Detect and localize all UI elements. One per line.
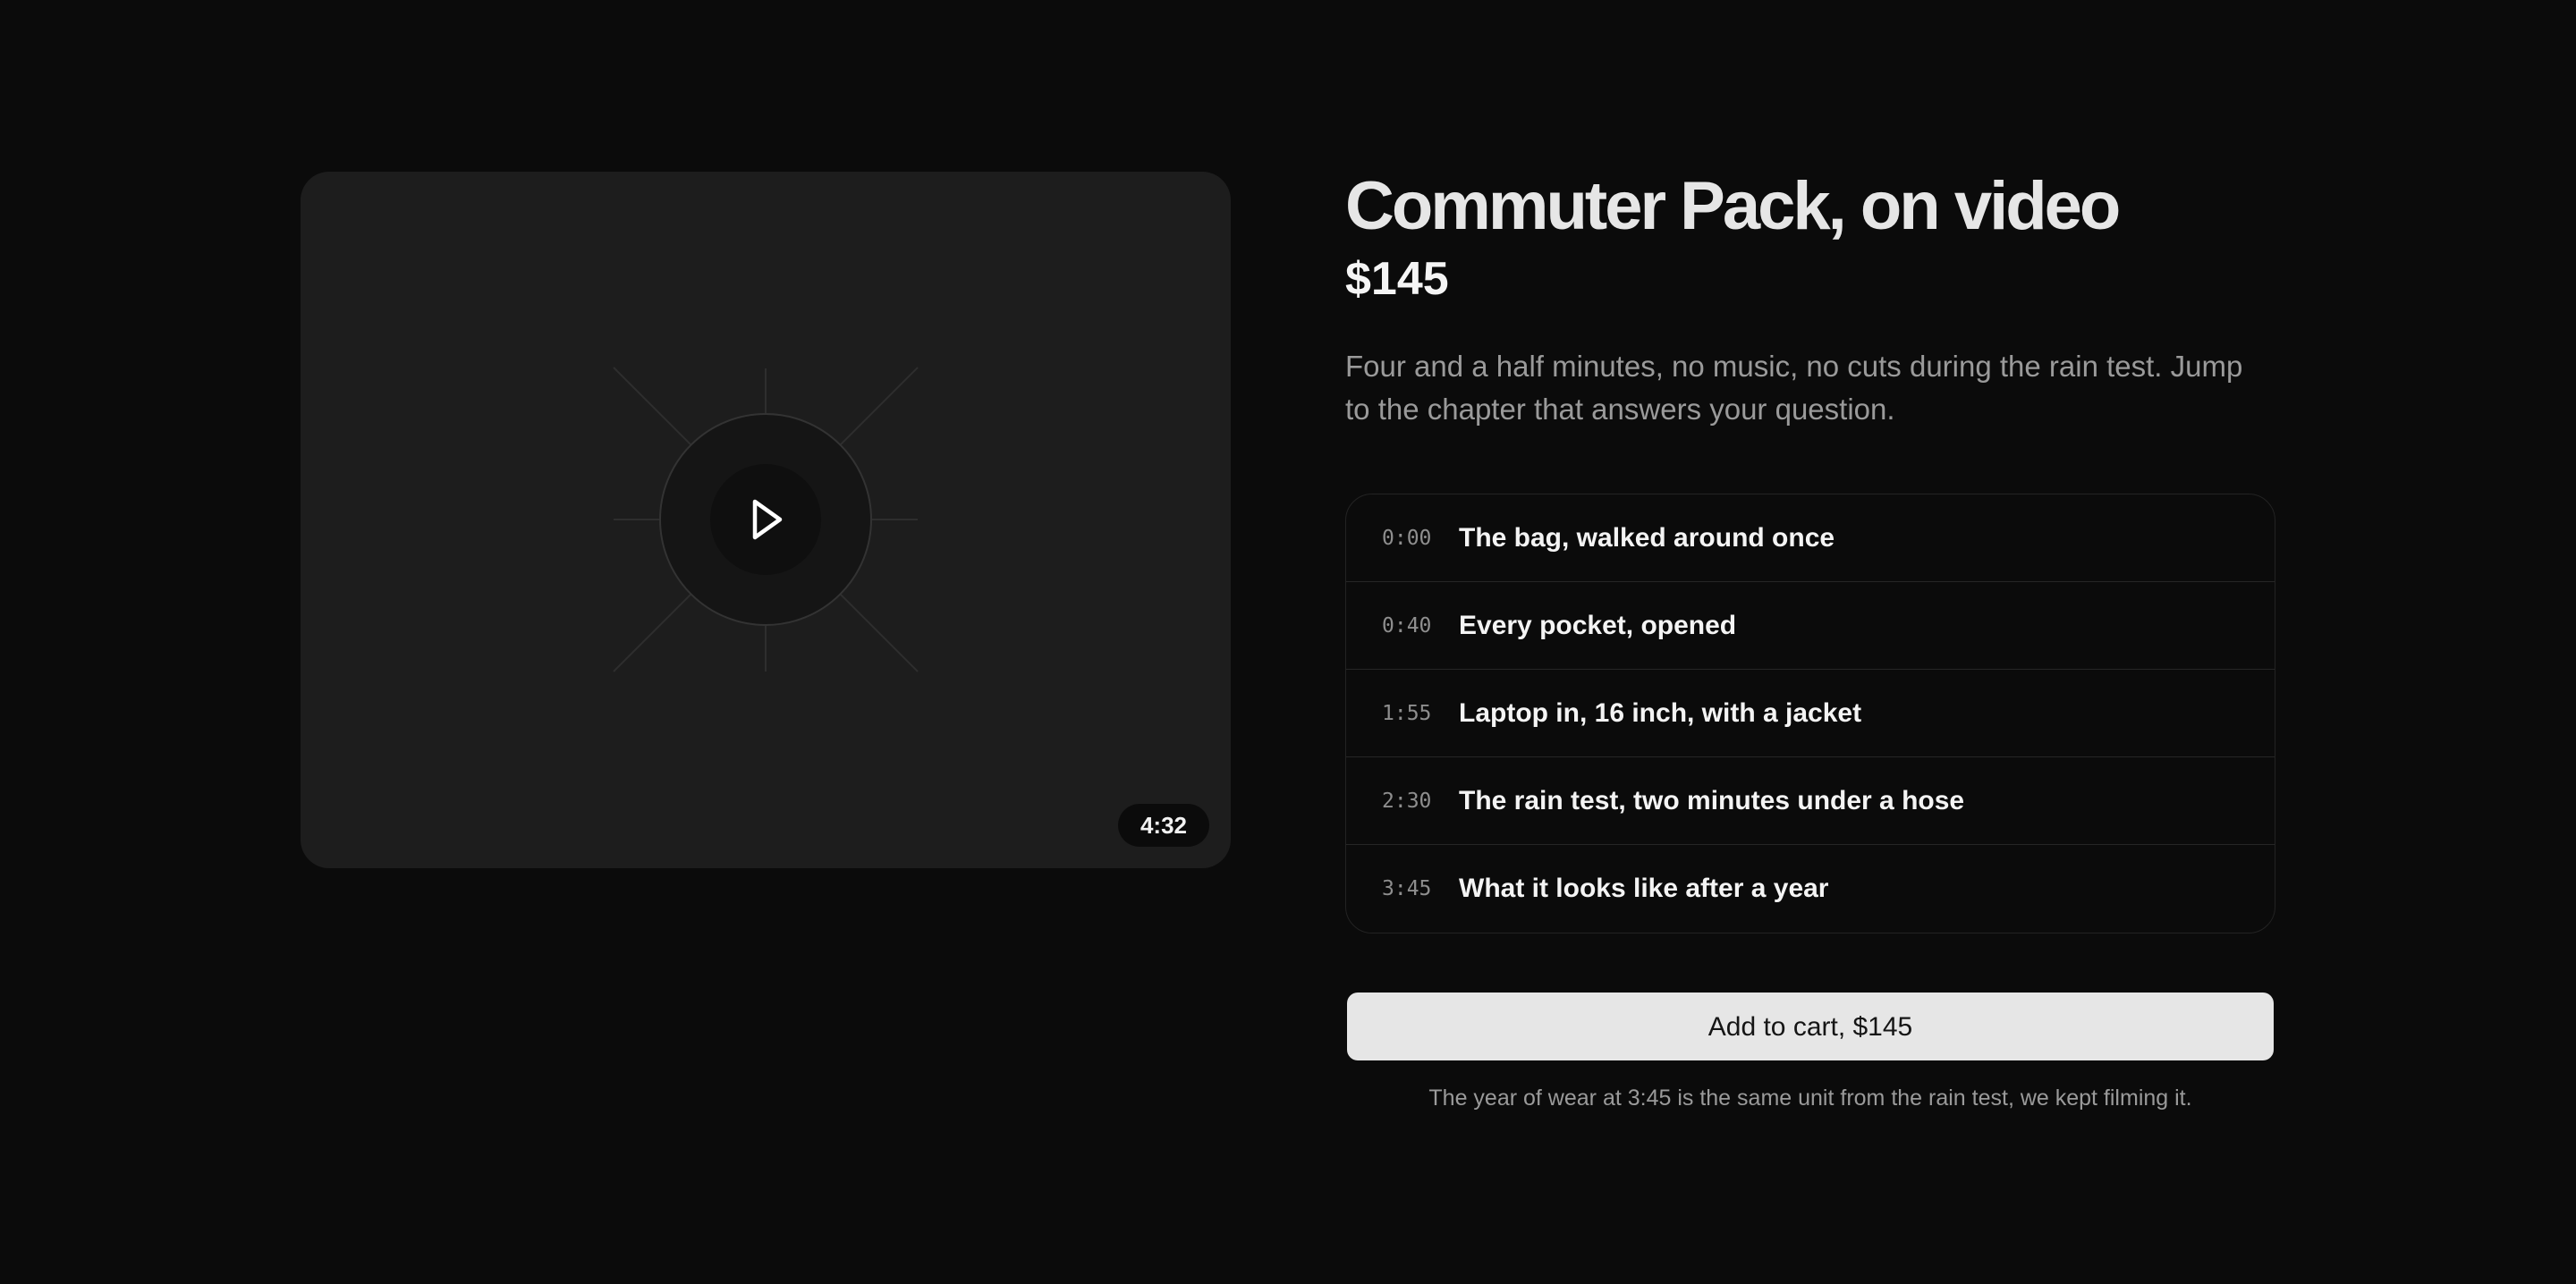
chapter-list: 0:00 The bag, walked around once 0:40 Ev… bbox=[1345, 494, 2275, 933]
play-button[interactable] bbox=[710, 464, 821, 575]
product-price: $145 bbox=[1345, 253, 1449, 305]
chapter-title: The rain test, two minutes under a hose bbox=[1459, 785, 1965, 815]
video-duration-badge: 4:32 bbox=[1117, 804, 1209, 847]
play-icon bbox=[752, 499, 783, 540]
product-info: Commuter Pack, on video $145 Four and a … bbox=[1345, 165, 2275, 460]
chapter-title: What it looks like after a year bbox=[1459, 873, 1829, 903]
video-player[interactable]: 4:32 bbox=[301, 172, 1231, 868]
add-to-cart-button[interactable]: Add to cart, $145 bbox=[1347, 993, 2274, 1060]
chapter-timestamp: 3:45 bbox=[1382, 876, 1432, 900]
chapter-title: Every pocket, opened bbox=[1459, 610, 1737, 640]
chapter-timestamp: 0:40 bbox=[1382, 613, 1432, 638]
chapter-timestamp: 2:30 bbox=[1382, 789, 1432, 813]
chapter-item[interactable]: 1:55 Laptop in, 16 inch, with a jacket bbox=[1346, 670, 2275, 757]
product-description: Four and a half minutes, no music, no cu… bbox=[1345, 350, 2243, 426]
chapter-item[interactable]: 0:40 Every pocket, opened bbox=[1346, 582, 2275, 670]
chapter-timestamp: 1:55 bbox=[1382, 701, 1432, 725]
footnote: The year of wear at 3:45 is the same uni… bbox=[1428, 1085, 2192, 1111]
chapter-item[interactable]: 2:30 The rain test, two minutes under a … bbox=[1346, 757, 2275, 845]
chapter-timestamp: 0:00 bbox=[1382, 526, 1432, 550]
chapter-item[interactable]: 0:00 The bag, walked around once bbox=[1346, 494, 2275, 582]
chapter-item[interactable]: 3:45 What it looks like after a year bbox=[1346, 845, 2275, 932]
chapter-title: Laptop in, 16 inch, with a jacket bbox=[1459, 697, 1862, 728]
product-video-page: 4:32 Commuter Pack, on video $145 Four a… bbox=[0, 0, 2576, 1284]
chapter-title: The bag, walked around once bbox=[1459, 522, 1835, 553]
product-title: Commuter Pack, on video bbox=[1345, 168, 2121, 244]
